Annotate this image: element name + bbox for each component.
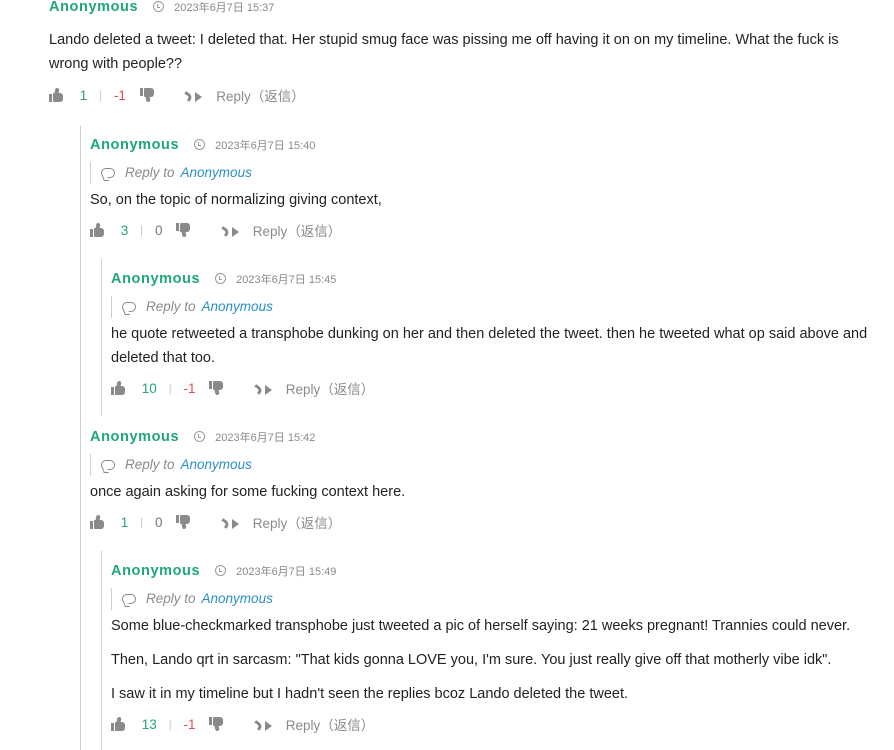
upvote-count: 1 (79, 87, 88, 103)
upvote-count: 10 (141, 380, 157, 396)
comment-text: Lando deleted a tweet: I deleted that. H… (49, 28, 869, 76)
upvote-count: 1 (120, 514, 129, 530)
comment-text-line: deleted that too. (111, 350, 215, 366)
comment-text-line: Lando deleted a tweet: I deleted that. H… (49, 32, 839, 48)
reply-bubble-icon (101, 168, 115, 179)
downvote-count: -1 (183, 716, 196, 732)
comment-actions: 13 | -1 Reply（返信） (111, 714, 375, 734)
comment-text-line: once again asking for some fucking conte… (90, 484, 406, 500)
comment-actions: 1 | -1 Reply（返信） (49, 85, 305, 105)
comment-text-line: I saw it in my timeline but I hadn't see… (111, 686, 629, 702)
reply-arrow-icon[interactable] (218, 516, 239, 529)
comment-author[interactable]: Anonymous (111, 563, 200, 579)
thumbs-down-icon[interactable] (209, 381, 224, 396)
comment-text-line: wrong with people?? (49, 56, 183, 72)
thread-line-level-1 (80, 126, 81, 750)
reply-button[interactable]: Reply（返信） (253, 220, 342, 240)
comment-actions: 10 | -1 Reply（返信） (111, 378, 375, 398)
reply-to-author-link[interactable]: Anonymous (202, 591, 273, 606)
vote-separator: | (168, 381, 172, 395)
reply-to-prefix: Reply to (146, 591, 196, 606)
comment-text: Some blue-checkmarked transphobe just tw… (111, 614, 881, 706)
downvote-count: -1 (183, 380, 196, 396)
reply-bubble-icon (122, 594, 136, 605)
clock-icon (214, 273, 226, 285)
thumbs-down-icon[interactable] (209, 717, 224, 732)
clock-icon (193, 431, 205, 443)
downvote-count: 0 (154, 514, 163, 530)
comment-author[interactable]: Anonymous (90, 137, 179, 153)
downvote-count: -1 (113, 87, 126, 103)
vote-separator: | (168, 717, 172, 731)
comment-author[interactable]: Anonymous (49, 0, 138, 15)
comment-author[interactable]: Anonymous (90, 429, 179, 445)
comment-author[interactable]: Anonymous (111, 271, 200, 287)
comment-header: Anonymous 2023年6月7日 15:42 (90, 428, 315, 446)
thumbs-up-icon[interactable] (49, 87, 64, 102)
reply-to-prefix: Reply to (125, 457, 175, 472)
thumbs-up-icon[interactable] (90, 222, 105, 237)
reply-arrow-icon[interactable] (251, 382, 272, 395)
comment-header: Anonymous 2023年6月7日 15:45 (111, 270, 336, 288)
comment-text: So, on the topic of normalizing giving c… (90, 188, 870, 212)
reply-button[interactable]: Reply（返信） (253, 512, 342, 532)
comment-text: once again asking for some fucking conte… (90, 480, 870, 504)
reply-to-prefix: Reply to (146, 299, 196, 314)
upvote-count: 3 (120, 222, 129, 238)
reply-arrow-icon[interactable] (182, 89, 203, 102)
reply-to: Reply to Anonymous (90, 162, 252, 184)
reply-to: Reply to Anonymous (90, 454, 252, 476)
reply-to-author-link[interactable]: Anonymous (181, 165, 252, 180)
comment-actions: 3 | 0 Reply（返信） (90, 220, 342, 240)
reply-to: Reply to Anonymous (111, 296, 273, 318)
comment-text-line: So, on the topic of normalizing giving c… (90, 192, 382, 208)
thumbs-up-icon[interactable] (111, 380, 126, 395)
reply-bubble-icon (101, 460, 115, 471)
comment-header: Anonymous 2023年6月7日 15:40 (90, 136, 315, 154)
clock-icon (214, 565, 226, 577)
comment-text-line: Then, Lando qrt in sarcasm: "That kids g… (111, 652, 832, 668)
thread-line-level-2a (101, 259, 102, 416)
thumbs-down-icon[interactable] (139, 88, 155, 103)
clock-icon (193, 139, 205, 151)
comment-date[interactable]: 2023年6月7日 15:49 (236, 566, 336, 578)
comment-actions: 1 | 0 Reply（返信） (90, 512, 342, 532)
comment-date[interactable]: 2023年6月7日 15:37 (174, 2, 274, 14)
reply-to-author-link[interactable]: Anonymous (202, 299, 273, 314)
comment-text-line: Some blue-checkmarked transphobe just tw… (111, 618, 851, 634)
thread-line-level-2b (101, 551, 102, 750)
comment-text: he quote retweeted a transphobe dunking … (111, 322, 881, 370)
reply-button[interactable]: Reply（返信） (286, 378, 375, 398)
thumbs-up-icon[interactable] (90, 514, 105, 529)
upvote-count: 13 (141, 716, 157, 732)
vote-separator: | (140, 515, 144, 529)
reply-to-author-link[interactable]: Anonymous (181, 457, 252, 472)
comment-date[interactable]: 2023年6月7日 15:45 (236, 274, 336, 286)
reply-button[interactable]: Reply（返信） (286, 714, 375, 734)
reply-to: Reply to Anonymous (111, 588, 273, 610)
reply-arrow-icon[interactable] (251, 718, 272, 731)
clock-icon (152, 1, 164, 13)
reply-bubble-icon (122, 302, 136, 313)
reply-button[interactable]: Reply（返信） (216, 85, 305, 105)
comment-date[interactable]: 2023年6月7日 15:40 (215, 140, 315, 152)
comment-date[interactable]: 2023年6月7日 15:42 (215, 432, 315, 444)
comment-header: Anonymous 2023年6月7日 15:37 (49, 0, 274, 16)
reply-arrow-icon[interactable] (218, 224, 239, 237)
reply-to-prefix: Reply to (125, 165, 175, 180)
vote-separator: | (99, 88, 103, 102)
thumbs-up-icon[interactable] (111, 716, 126, 731)
thumbs-down-icon[interactable] (176, 223, 191, 238)
thumbs-down-icon[interactable] (176, 515, 191, 530)
comment-header: Anonymous 2023年6月7日 15:49 (111, 562, 336, 580)
vote-separator: | (140, 223, 144, 237)
downvote-count: 0 (154, 222, 163, 238)
comment-text-line: he quote retweeted a transphobe dunking … (111, 326, 868, 342)
